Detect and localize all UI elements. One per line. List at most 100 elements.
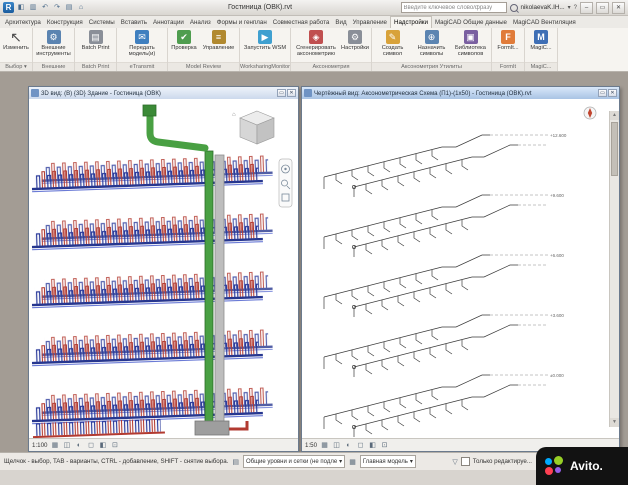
group-label-batch-print: Batch Print: [75, 62, 116, 71]
group-label-external: Внешние: [33, 62, 74, 71]
sun-path-icon[interactable]: ◐: [74, 441, 83, 450]
crop-view-icon[interactable]: ◧: [368, 441, 377, 450]
view-3d-control-bar: 1:100 ▦ ◫ ◐ ◻ ◧ ⊡: [29, 438, 298, 451]
gear-icon: ⚙: [348, 30, 362, 44]
axon-close-button[interactable]: ✕: [608, 89, 617, 97]
save-icon[interactable]: ▥: [28, 3, 38, 13]
check-button[interactable]: ✔ Проверка: [170, 29, 198, 51]
visual-style-icon[interactable]: ◫: [62, 441, 71, 450]
view-window-3d-title: 3D вид: (В) {3D} Здание - Гостиница (ОВК…: [41, 89, 161, 97]
print-icon[interactable]: ▤: [64, 3, 74, 13]
generate-axonometry-button[interactable]: ◈ Сгенерировать аксонометрию: [293, 29, 339, 57]
tab-systems[interactable]: Системы: [86, 17, 118, 28]
batch-print-button[interactable]: ▤ Batch Print: [77, 29, 114, 51]
shadows-icon[interactable]: ◻: [86, 441, 95, 450]
scrollbar-thumb[interactable]: [611, 122, 618, 176]
printer-icon: ▤: [88, 30, 103, 44]
tab-analyze[interactable]: Анализ: [187, 17, 214, 28]
design-option-select[interactable]: Главная модель ▾: [359, 455, 416, 468]
sun-path-icon[interactable]: ◐: [344, 441, 353, 450]
bottom-strip: [0, 470, 628, 485]
active-workset-select[interactable]: Общие уровни и сетки (не подле ▾: [242, 455, 346, 468]
avito-watermark: Avito.: [536, 447, 628, 485]
shadows-icon[interactable]: ◻: [356, 441, 365, 450]
group-label-model-review: Model Review: [168, 62, 239, 71]
search-input[interactable]: [400, 2, 507, 13]
window-close-button[interactable]: ✕: [612, 1, 625, 14]
revit-logo-icon[interactable]: R: [3, 2, 14, 13]
search-icon[interactable]: [509, 3, 518, 12]
design-option-value: Главная модель: [362, 458, 408, 465]
manage-reviews-button[interactable]: ≡ Управление: [200, 29, 237, 51]
reveal-hidden-icon[interactable]: ⊡: [380, 441, 389, 450]
workset-icon: ▤: [232, 458, 239, 466]
start-wsm-label: Запустить WSM: [243, 45, 287, 51]
user-caret-icon[interactable]: ▾: [568, 4, 571, 11]
svg-text:⌂: ⌂: [232, 112, 236, 118]
help-icon[interactable]: ?: [574, 5, 577, 11]
view-window-axonometry[interactable]: Чертёжный вид: Аксонометрическая Схема (…: [301, 86, 620, 452]
tab-annotate[interactable]: Аннотации: [150, 17, 187, 28]
tab-magicad-ventilation[interactable]: MagiCAD Вентиляция: [510, 17, 579, 28]
tab-collaborate[interactable]: Совместная работа: [270, 17, 333, 28]
tab-insert[interactable]: Вставить: [118, 17, 150, 28]
window-restore-button[interactable]: ▭: [596, 1, 609, 14]
axonometry-scale[interactable]: 1:50: [305, 442, 317, 449]
detail-level-icon[interactable]: ▦: [320, 441, 329, 450]
reveal-hidden-icon[interactable]: ⊡: [110, 441, 119, 450]
formit-icon: F: [501, 30, 515, 44]
scroll-down-arrow[interactable]: ▼: [610, 418, 619, 427]
view3d-close-button[interactable]: ✕: [287, 89, 296, 97]
open-icon[interactable]: ◧: [16, 3, 26, 13]
axon-restore-button[interactable]: ▭: [598, 89, 607, 97]
assign-symbols-button[interactable]: ⊕ Назначить символы: [413, 29, 450, 57]
view-3d-canvas[interactable]: ⌂: [29, 99, 298, 439]
app-title-bar: R ◧ ▥ ↶ ↷ ▤ ⌂ Гостиница (ОВК).rvt nikola…: [0, 0, 628, 16]
crop-view-icon[interactable]: ◧: [98, 441, 107, 450]
symbol-library-label: Библиотека символов: [455, 45, 486, 57]
home-icon[interactable]: ⌂: [76, 3, 86, 13]
symbol-library-button[interactable]: ▣ Библиотека символов: [452, 29, 489, 57]
axonometry-canvas[interactable]: +12.600 +9.600 +6.600 +3.600 ±0.000 ▲ ▼: [302, 99, 619, 439]
start-wsm-button[interactable]: ▶ Запустить WSM: [242, 29, 288, 51]
tab-view[interactable]: Вид: [332, 17, 349, 28]
ribbon-group-select: ↖ Изменить Выбор ▾: [0, 28, 33, 71]
redo-icon[interactable]: ↷: [52, 3, 62, 13]
window-minimize-button[interactable]: –: [580, 1, 593, 14]
model-3d-drawing: ⌂: [29, 99, 298, 439]
level-annotation: +6.600: [550, 253, 564, 258]
magicad-button[interactable]: M MagiC...: [527, 29, 555, 51]
editable-only-checkbox[interactable]: [460, 457, 470, 466]
tab-manage[interactable]: Управление: [350, 17, 390, 28]
assign-symbols-label: Назначить символы: [417, 45, 446, 57]
scroll-up-arrow[interactable]: ▲: [610, 111, 619, 120]
view-3d-scale[interactable]: 1:100: [32, 442, 47, 449]
filter-icon[interactable]: ▽: [452, 458, 457, 466]
ribbon-group-formit: F FormIt... FormIt: [492, 28, 525, 71]
tab-addins[interactable]: Надстройки: [389, 16, 432, 28]
ribbon-group-magicad: M MagiC... MagiC...: [525, 28, 558, 71]
vertical-scrollbar[interactable]: ▲ ▼: [609, 111, 619, 427]
user-account-label[interactable]: nikolaevaK.IH...: [521, 4, 565, 11]
editable-only-label: Только редактируе...: [472, 458, 532, 465]
tab-magicad-common[interactable]: MagiCAD Общие данные: [432, 17, 510, 28]
check-label: Проверка: [171, 45, 197, 51]
undo-icon[interactable]: ↶: [40, 3, 50, 13]
formit-button[interactable]: F FormIt...: [494, 29, 522, 51]
create-symbol-label: Создать символ: [381, 45, 404, 57]
viewcube-icon: [239, 110, 275, 145]
modify-button[interactable]: ↖ Изменить: [2, 29, 30, 51]
tab-massing-site[interactable]: Формы и генплан: [214, 17, 270, 28]
external-tools-button[interactable]: ⚙ Внешние инструменты: [35, 29, 72, 57]
visual-style-icon[interactable]: ◫: [332, 441, 341, 450]
view-window-3d[interactable]: 3D вид: (В) {3D} Здание - Гостиница (ОВК…: [28, 86, 299, 452]
group-label-select[interactable]: Выбор ▾: [0, 62, 32, 71]
detail-level-icon[interactable]: ▦: [50, 441, 59, 450]
create-symbol-button[interactable]: ✎ Создать символ: [374, 29, 411, 57]
etransmit-button[interactable]: ✉ Передать модель(и): [119, 29, 165, 57]
tab-structure[interactable]: Конструкция: [44, 17, 86, 28]
modify-arrow-icon: ↖: [10, 29, 22, 45]
view3d-restore-button[interactable]: ▭: [277, 89, 286, 97]
tab-architecture[interactable]: Архитектура: [2, 17, 44, 28]
axonometry-settings-button[interactable]: ⚙ Настройки: [341, 29, 369, 51]
